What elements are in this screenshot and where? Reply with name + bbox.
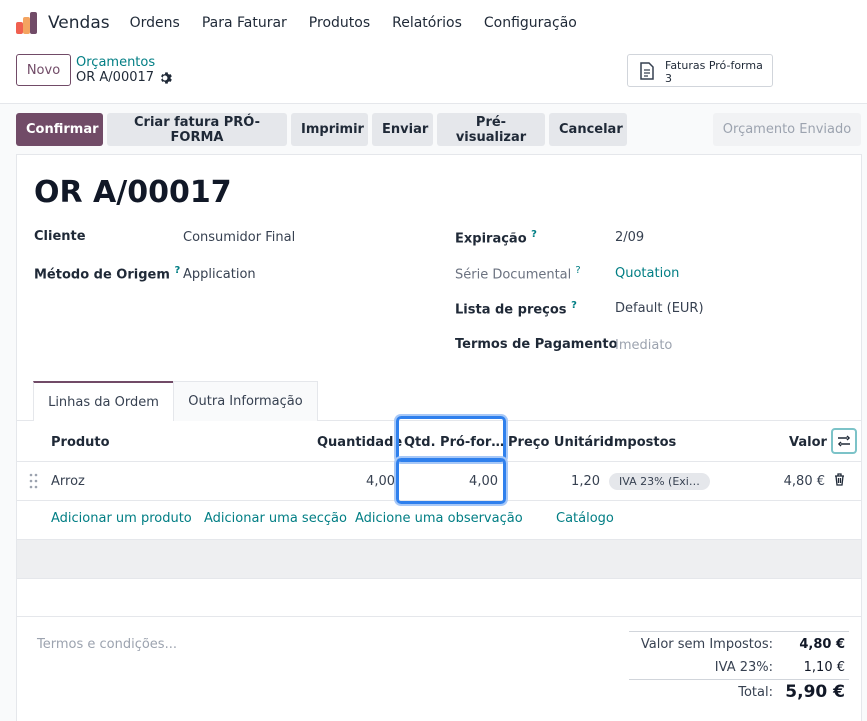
- top-navbar: Vendas Ordens Para Faturar Produtos Rela…: [0, 0, 867, 46]
- document-series-field[interactable]: Quotation: [615, 266, 679, 281]
- help-icon[interactable]: ?: [531, 229, 537, 240]
- menu-configuracao[interactable]: Configuração: [484, 15, 577, 31]
- smart-button-count: 3: [665, 72, 672, 85]
- tab-order-lines[interactable]: Linhas da Ordem: [33, 381, 174, 421]
- empty-row: [17, 539, 861, 579]
- pricelist-field[interactable]: Default (EUR): [615, 301, 704, 316]
- help-icon[interactable]: ?: [575, 265, 580, 276]
- total-value: 5,90 €: [785, 682, 845, 702]
- sales-app-icon[interactable]: [16, 12, 38, 34]
- cancel-button[interactable]: Cancelar: [549, 113, 627, 146]
- print-button[interactable]: Imprimir: [291, 113, 368, 146]
- page-title: OR A/00017: [34, 175, 232, 210]
- drag-handle-icon[interactable]: [29, 473, 39, 489]
- breadcrumb-current: OR A/00017: [76, 70, 155, 85]
- new-button[interactable]: Novo: [16, 54, 71, 86]
- payment-terms-field[interactable]: Imediato: [615, 338, 672, 353]
- col-header-unit-price[interactable]: Preço Unitário: [508, 423, 613, 461]
- sliders-icon: [837, 435, 851, 447]
- cell-unit-price[interactable]: 1,20: [508, 461, 600, 501]
- status-badge[interactable]: Orçamento Enviado: [713, 113, 861, 146]
- tab-other-info[interactable]: Outra Informação: [173, 381, 318, 421]
- document-series-label: Série Documental ?: [455, 265, 581, 283]
- proforma-invoices-smart-button[interactable]: Faturas Pró-forma 3: [627, 54, 773, 87]
- form-sheet: OR A/00017 Cliente Consumidor Final Méto…: [16, 154, 862, 721]
- menu-para-faturar[interactable]: Para Faturar: [202, 15, 287, 31]
- add-product-link[interactable]: Adicionar um produto: [51, 511, 192, 526]
- create-proforma-button[interactable]: Criar fatura PRÓ-FORMA: [107, 113, 287, 146]
- confirm-button[interactable]: Confirmar: [16, 113, 103, 146]
- add-note-link[interactable]: Adicione uma observação: [355, 511, 523, 526]
- add-section-link[interactable]: Adicionar uma secção: [204, 511, 347, 526]
- col-header-taxes[interactable]: Impostos: [609, 423, 676, 461]
- vat-label: IVA 23%:: [714, 660, 773, 675]
- cell-value: 4,80 €: [783, 473, 825, 489]
- help-icon[interactable]: ?: [571, 300, 577, 311]
- divider: [629, 679, 849, 680]
- untaxed-label: Valor sem Impostos:: [640, 637, 773, 652]
- cell-highlight: [396, 458, 506, 504]
- untaxed-value: 4,80 €: [799, 637, 845, 652]
- menu-ordens[interactable]: Ordens: [130, 15, 180, 31]
- cell-quantity[interactable]: 4,00: [317, 461, 395, 501]
- customer-label: Cliente: [34, 229, 86, 244]
- control-panel: Novo Orçamentos OR A/00017 Faturas Pró-f…: [0, 46, 867, 104]
- trash-icon[interactable]: [834, 473, 845, 486]
- col-header-quantity[interactable]: Quantidade: [317, 423, 402, 461]
- action-bar: Confirmar Criar fatura PRÓ-FORMA Imprimi…: [0, 104, 867, 154]
- expiration-field[interactable]: 2/09: [615, 230, 644, 245]
- cell-product[interactable]: Arroz: [51, 461, 85, 501]
- menu-relatorios[interactable]: Relatórios: [392, 15, 462, 31]
- send-button[interactable]: Enviar: [372, 113, 433, 146]
- terms-input[interactable]: Termos e condições...: [37, 637, 177, 652]
- col-header-product[interactable]: Produto: [51, 423, 110, 461]
- document-icon: [640, 62, 654, 80]
- payment-terms-label: Termos de Pagamento: [455, 337, 618, 352]
- col-header-value[interactable]: Valor: [789, 423, 827, 461]
- app-name[interactable]: Vendas: [48, 13, 110, 33]
- vat-value: 1,10 €: [803, 660, 845, 675]
- optional-columns-toggle[interactable]: [831, 428, 857, 454]
- gear-icon[interactable]: [158, 71, 172, 85]
- empty-row: [17, 579, 861, 617]
- pricelist-label: Lista de preços ?: [455, 300, 577, 318]
- tax-tag[interactable]: IVA 23% (Exi…: [609, 472, 710, 490]
- notebook-tabs: Linhas da Ordem Outra Informação: [17, 381, 861, 421]
- cell-taxes[interactable]: IVA 23% (Exi…: [609, 461, 710, 501]
- expiration-label: Expiração ?: [455, 229, 537, 247]
- customer-field[interactable]: Consumidor Final: [183, 230, 295, 245]
- column-highlight: [396, 416, 506, 462]
- menu-produtos[interactable]: Produtos: [309, 15, 370, 31]
- breadcrumb-parent[interactable]: Orçamentos: [76, 55, 155, 70]
- origin-method-label: Método de Origem ?: [34, 265, 181, 283]
- catalog-link[interactable]: Catálogo: [556, 511, 614, 526]
- smart-button-label: Faturas Pró-forma: [665, 59, 763, 72]
- total-label: Total:: [738, 685, 773, 700]
- preview-button[interactable]: Pré-visualizar: [437, 113, 545, 146]
- origin-method-field[interactable]: Application: [183, 267, 256, 282]
- divider: [629, 631, 849, 632]
- help-icon[interactable]: ?: [174, 265, 180, 276]
